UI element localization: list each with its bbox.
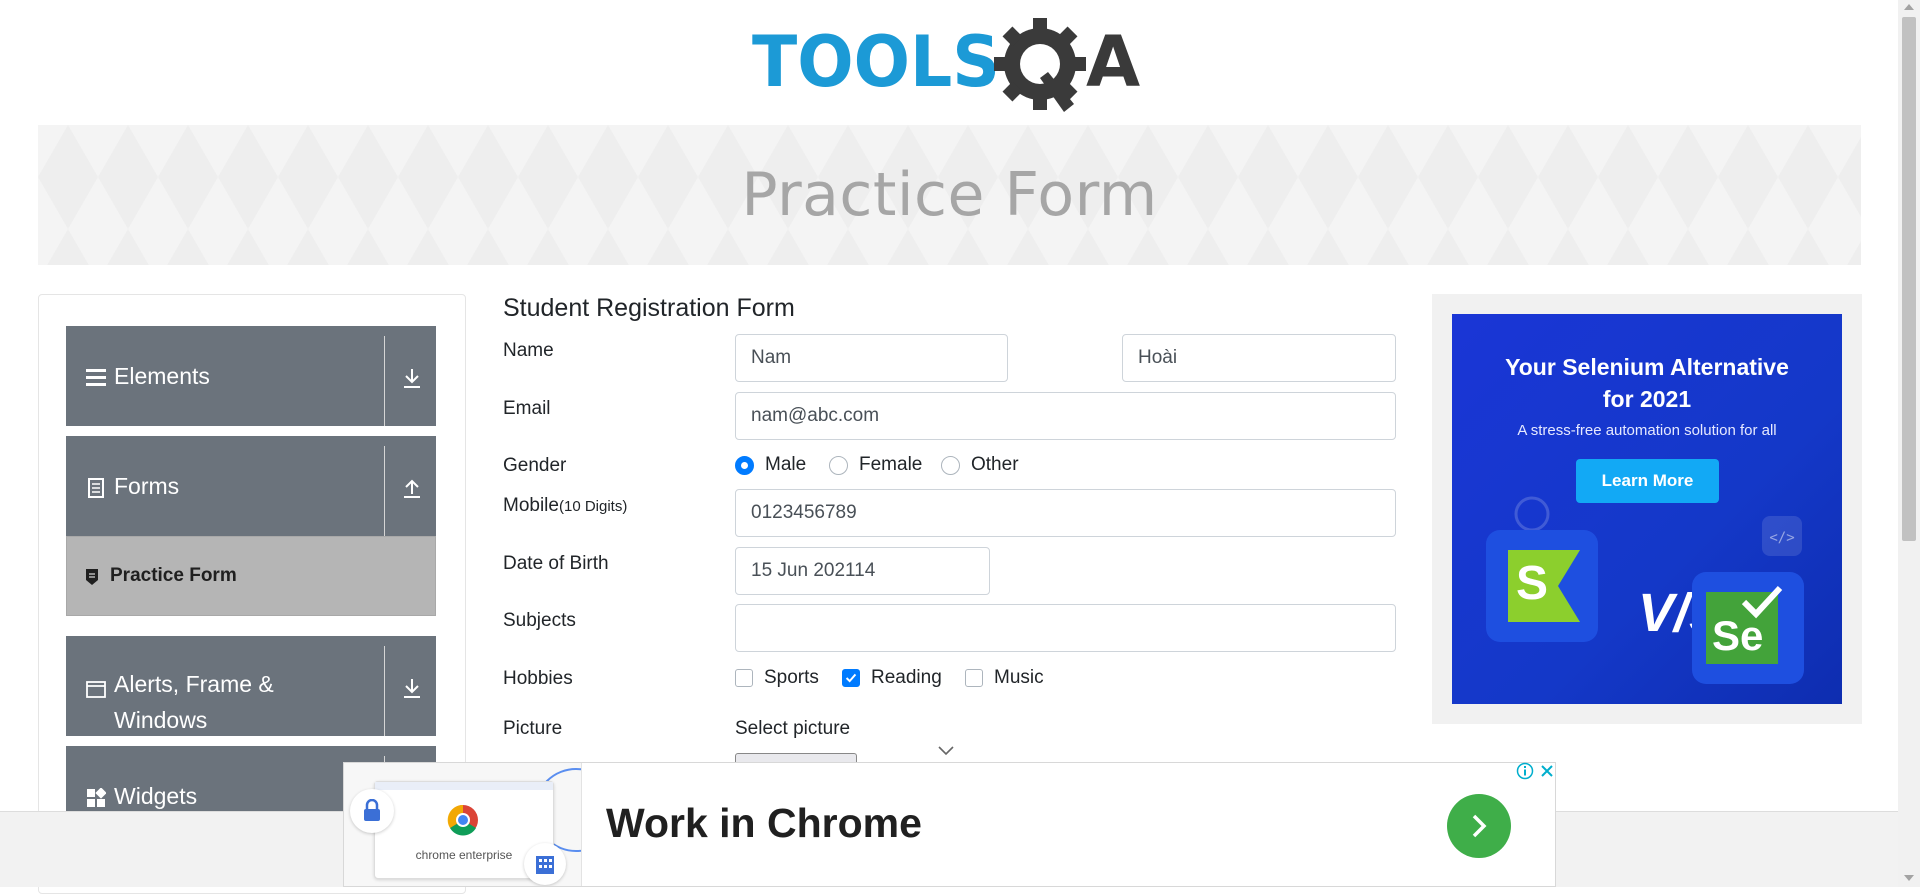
radio-label: Female: [859, 454, 923, 475]
divider: [384, 336, 385, 426]
picture-label: Picture: [503, 718, 563, 739]
checkbox-label: Reading: [871, 667, 942, 688]
sidebar-group-alerts[interactable]: Alerts, Frame & Windows: [66, 636, 436, 736]
sidebar-group-label: Forms: [114, 473, 180, 499]
page-banner: Practice Form: [38, 125, 1861, 265]
divider: [384, 446, 385, 536]
radio-label: Male: [765, 454, 807, 475]
logo-text-tools: TOOLS: [752, 21, 1000, 103]
gender-other-radio[interactable]: Other: [941, 454, 1019, 476]
ad-info-icon[interactable]: [1516, 762, 1534, 780]
sidebar-group-label-line1: Alerts, Frame &: [114, 671, 274, 697]
download-arrow-icon[interactable]: [400, 676, 424, 700]
checkbox[interactable]: [965, 669, 983, 687]
sk-logo-letter: S: [1516, 557, 1549, 610]
checkbox[interactable]: [842, 669, 860, 687]
ad-subtitle: A stress-free automation solution for al…: [1517, 422, 1777, 439]
gender-female-radio[interactable]: Female: [829, 454, 922, 476]
chrome-enterprise-ad[interactable]: chrome enterprise Work in Chrome: [343, 762, 1556, 887]
selenium-alternative-ad[interactable]: Your Selenium Alternative for 2021 A str…: [1452, 314, 1842, 704]
scrollbar-thumb[interactable]: [1902, 17, 1916, 541]
download-arrow-icon[interactable]: [400, 366, 424, 390]
sk-logo-tile: S: [1486, 530, 1598, 642]
page-scrollbar[interactable]: [1898, 0, 1920, 887]
sidebar-group-label: Elements: [114, 363, 210, 389]
lock-badge: [350, 789, 394, 833]
radio-button[interactable]: [735, 455, 754, 475]
ad-headline: Work in Chrome: [606, 800, 922, 846]
ad-go-button[interactable]: [1447, 794, 1511, 858]
code-icon: </>: [1762, 516, 1802, 556]
logo-text-a: A: [1086, 21, 1140, 103]
scroll-up-arrow-icon[interactable]: [1904, 4, 1914, 10]
form-badge-icon: [86, 569, 98, 585]
radio-label: Other: [971, 454, 1019, 475]
dob-input[interactable]: [735, 547, 990, 595]
browser-tabbar: [375, 782, 553, 790]
radio-button[interactable]: [829, 455, 848, 475]
page-title: Practice Form: [741, 160, 1158, 230]
chrome-icon: [447, 804, 478, 836]
first-name-input[interactable]: [735, 334, 1008, 382]
sidebar-group-elements[interactable]: Elements: [66, 326, 436, 426]
toolsqa-logo-graphic: TOOLS A: [752, 18, 1140, 112]
last-name-input[interactable]: [1122, 334, 1396, 382]
document-icon: [88, 478, 104, 498]
radio-button[interactable]: [941, 455, 960, 475]
ad-headline-line1: Your Selenium Alternative: [1505, 354, 1789, 380]
sidebar-group-forms[interactable]: Forms: [66, 436, 436, 536]
gender-male-radio[interactable]: Male: [735, 454, 806, 476]
building-icon: [536, 856, 554, 874]
sidebar-group-label-line2: Windows: [114, 707, 208, 733]
hobby-reading-checkbox[interactable]: Reading: [842, 667, 942, 689]
gear-icon: [994, 18, 1086, 112]
dob-label: Date of Birth: [503, 553, 609, 574]
hobby-sports-checkbox[interactable]: Sports: [735, 667, 819, 689]
sidebar-group-label: Widgets: [114, 783, 198, 809]
se-logo-tile: Se: [1692, 572, 1804, 684]
mobile-label-text: Mobile: [503, 495, 559, 516]
select-picture-label: Select picture: [735, 718, 851, 739]
hobbies-label: Hobbies: [503, 668, 573, 689]
name-label: Name: [503, 340, 554, 361]
lock-icon: [364, 799, 380, 821]
chevron-down-icon[interactable]: [937, 745, 955, 757]
checkbox-label: Sports: [764, 667, 819, 688]
checkmark-icon: [845, 673, 857, 683]
subjects-label: Subjects: [503, 610, 576, 631]
checkbox-label: Music: [994, 667, 1044, 688]
toolsqa-logo[interactable]: TOOLS A: [750, 18, 1154, 114]
ad-close-icon[interactable]: [1538, 762, 1556, 780]
ad-headline-line2: for 2021: [1602, 386, 1692, 412]
checkmark-icon: [1741, 585, 1783, 619]
chevron-right-icon: [1472, 814, 1487, 838]
divider: [384, 646, 385, 736]
upload-arrow-icon[interactable]: [400, 476, 424, 500]
hobby-music-checkbox[interactable]: Music: [965, 667, 1044, 689]
checkbox[interactable]: [735, 669, 753, 687]
mobile-label: Mobile(10 Digits): [503, 495, 627, 517]
window-icon: [86, 681, 106, 698]
subjects-input[interactable]: [735, 604, 1396, 652]
form-title: Student Registration Form: [503, 294, 795, 322]
mobile-hint: (10 Digits): [558, 498, 628, 515]
email-label: Email: [503, 398, 551, 419]
scroll-down-arrow-icon[interactable]: [1904, 875, 1914, 881]
ad-controls: [1516, 762, 1556, 780]
clock-icon: [1514, 496, 1550, 532]
svg-text:</>: </>: [1769, 530, 1794, 546]
gender-label: Gender: [503, 455, 567, 476]
building-badge: [524, 843, 566, 885]
ad-thumbnail: chrome enterprise: [344, 763, 582, 886]
hamburger-icon: [86, 369, 106, 386]
learn-more-button[interactable]: Learn More: [1576, 459, 1719, 503]
email-input[interactable]: [735, 392, 1396, 440]
sidebar-item-label: Practice Form: [110, 565, 237, 586]
widgets-icon: [87, 788, 106, 807]
mobile-input[interactable]: [735, 489, 1396, 537]
sidebar-item-practice-form[interactable]: Practice Form: [66, 536, 436, 616]
